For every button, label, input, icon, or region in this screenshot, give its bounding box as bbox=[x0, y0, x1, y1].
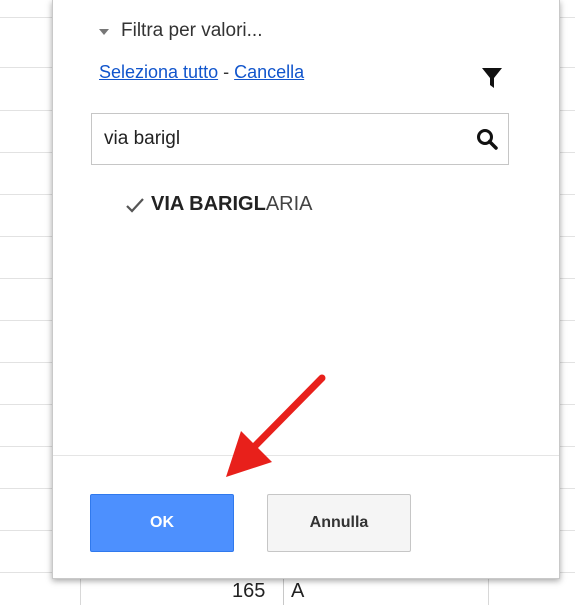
caret-down-icon bbox=[99, 29, 109, 35]
cancel-button[interactable]: Annulla bbox=[267, 494, 411, 552]
row-value-letter: A bbox=[291, 580, 305, 602]
search-icon[interactable] bbox=[476, 128, 498, 150]
value-option[interactable]: VIA BARIGL ARIA bbox=[125, 193, 313, 216]
select-all-link[interactable]: Seleziona tutto bbox=[99, 62, 218, 82]
checkmark-icon bbox=[126, 197, 144, 213]
search-box bbox=[91, 113, 509, 165]
select-links: Seleziona tutto - Cancella bbox=[99, 62, 304, 83]
link-separator: - bbox=[223, 62, 230, 82]
filter-icon[interactable] bbox=[481, 66, 503, 90]
clear-link[interactable]: Cancella bbox=[234, 62, 304, 82]
divider bbox=[53, 455, 559, 456]
spreadsheet-row: 165 A bbox=[0, 578, 575, 605]
filter-by-values-panel: Filtra per valori... Seleziona tutto - C… bbox=[52, 0, 560, 579]
value-option-match: VIA BARIGL bbox=[151, 193, 266, 215]
search-input[interactable] bbox=[104, 124, 464, 154]
ok-button[interactable]: OK bbox=[90, 494, 234, 552]
value-option-rest: ARIA bbox=[265, 193, 313, 215]
row-value-number: 165 bbox=[232, 580, 266, 602]
filter-by-values-toggle[interactable]: Filtra per valori... bbox=[99, 20, 262, 42]
section-title: Filtra per valori... bbox=[121, 20, 263, 41]
